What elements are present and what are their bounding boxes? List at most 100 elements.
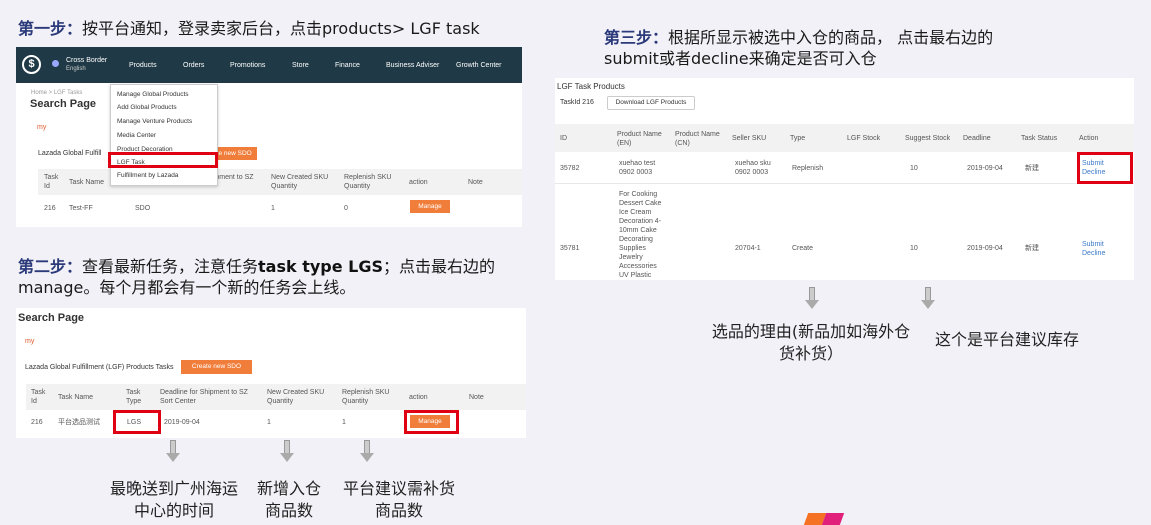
- th-id: ID: [560, 135, 567, 142]
- products-title: LGF Task Products: [557, 82, 625, 91]
- down-arrow-icon: [921, 287, 935, 309]
- r1-status: 新建: [1025, 165, 1039, 172]
- th-name-cn: Product Name (CN): [675, 131, 720, 147]
- menu-fulfillment-by-lazada[interactable]: Fulfillment by Lazada: [117, 172, 178, 179]
- nav-promotions[interactable]: Promotions: [230, 62, 265, 69]
- r2-decline-link[interactable]: Decline: [1082, 249, 1105, 258]
- brand-title: Cross Border: [66, 57, 108, 64]
- my-tab[interactable]: my: [37, 124, 46, 131]
- caption-new-sku: 新增入仓商品数: [256, 479, 321, 520]
- row2-deadline: 2019-09-04: [164, 419, 200, 426]
- th-suggest-stock: Suggest Stock: [905, 135, 951, 142]
- step2-label: 第二步：: [18, 257, 83, 276]
- r1-suggest: 10: [910, 165, 918, 172]
- task-id-label: TaskId 216: [560, 99, 594, 106]
- down-arrow-icon: [805, 287, 819, 309]
- down-arrow-icon: [280, 440, 294, 462]
- r2-deadline: 2019-09-04: [967, 245, 1003, 252]
- r2-submit-link[interactable]: Submit: [1082, 240, 1104, 249]
- header2-deadline: Deadline for Shipment to SZ Sort Center: [160, 389, 248, 405]
- header2-task-name: Task Name: [58, 394, 94, 401]
- header-note: Note: [468, 179, 483, 186]
- region-dot-icon: [52, 60, 59, 67]
- lazada-logo-icon: [803, 513, 862, 525]
- r1-id: 35782: [560, 165, 580, 172]
- row2-new-sku: 1: [267, 419, 271, 426]
- page-title: Search Page: [30, 98, 97, 110]
- r2-type: Create: [792, 245, 814, 252]
- step3-instruction: 第三步：根据所显示被选中入仓的商品， 点击最右边的submit或者decline…: [604, 27, 1044, 69]
- nav-orders[interactable]: Orders: [183, 62, 204, 69]
- lgf-task-products-panel: LGF Task Products TaskId 216 Download LG…: [555, 78, 1134, 280]
- header2-task-type: Task Type: [126, 389, 142, 405]
- r2-status: 新建: [1025, 245, 1039, 252]
- menu-manage-venture-products[interactable]: Manage Venture Products: [117, 118, 192, 125]
- nav-products[interactable]: Products: [129, 62, 157, 69]
- header-task-name: Task Name: [69, 179, 105, 186]
- r2-sku: 20704-1: [735, 245, 761, 252]
- th-lgf-stock: LGF Stock: [847, 135, 881, 142]
- header2-task-id: Task Id: [31, 389, 46, 405]
- r2-id: 35781: [560, 245, 580, 252]
- breadcrumb: Home > LGF Tasks: [31, 90, 83, 96]
- create-sdo-button-2[interactable]: Create new SDO: [181, 360, 252, 374]
- manage-highlight: [404, 410, 459, 434]
- lazada-logo-icon: $: [22, 55, 41, 74]
- row2-replenish: 1: [342, 419, 346, 426]
- caption-suggest-stock: 这个是平台建议库存: [934, 330, 1079, 349]
- menu-manage-global-products[interactable]: Manage Global Products: [117, 91, 189, 98]
- caption-selection-reason: 选品的理由(新品加如海外仓货补货）: [711, 322, 911, 363]
- header-task-id: Task Id: [44, 174, 59, 190]
- th-type: Type: [790, 135, 806, 142]
- section-title: Lazada Global Fulfill: [38, 150, 102, 157]
- nav-business-adviser[interactable]: Business Adviser: [386, 62, 439, 69]
- row-task-name: Test-FF: [69, 205, 93, 212]
- language-label: English: [66, 66, 86, 72]
- header2-action: action: [409, 394, 428, 401]
- task-type-highlight: [113, 410, 161, 434]
- menu-add-global-products[interactable]: Add Global Products: [117, 104, 177, 111]
- header2-note: Note: [469, 394, 484, 401]
- lgf-task-highlight: [108, 152, 218, 168]
- caption-replenish: 平台建议需补货商品数: [342, 479, 455, 520]
- step1-label: 第一步：: [18, 19, 83, 38]
- r1-deadline: 2019-09-04: [967, 165, 1003, 172]
- r2-suggest: 10: [910, 245, 918, 252]
- th-seller-sku: Seller SKU: [732, 135, 767, 142]
- caption-deadline: 最晚送到广州海运中心的时间: [109, 479, 238, 520]
- th-task-status: Task Status: [1021, 135, 1058, 142]
- section-title-2: Lazada Global Fulfillment (LGF) Products…: [25, 364, 174, 371]
- download-products-button[interactable]: Download LGF Products: [607, 96, 695, 110]
- header2-new-sku: New Created SKU Quantity: [267, 389, 325, 405]
- row2-task-name: 平台选品测试: [58, 419, 100, 426]
- row-task-id: 216: [44, 205, 56, 212]
- header2-replenish: Replenish SKU Quantity: [342, 389, 390, 405]
- page-title-2: Search Page: [18, 312, 85, 324]
- down-arrow-icon: [166, 440, 180, 462]
- row-task-type: SDO: [135, 205, 151, 212]
- row2-task-id: 216: [31, 419, 43, 426]
- th-name-en: Product Name (EN): [617, 131, 662, 147]
- header-replenish: Replenish SKU Quantity: [344, 174, 392, 190]
- nav-finance[interactable]: Finance: [335, 62, 360, 69]
- nav-growth-center[interactable]: Growth Center: [456, 62, 502, 69]
- step2-text-a: 查看最新任务，注意任务: [82, 257, 259, 276]
- menu-media-center[interactable]: Media Center: [117, 132, 156, 139]
- submit-decline-highlight: [1077, 152, 1133, 184]
- step3-label: 第三步：: [604, 28, 669, 47]
- th-deadline: Deadline: [963, 135, 991, 142]
- row-divider: [555, 183, 1134, 184]
- step2-task-type: task type LGS: [258, 257, 384, 276]
- r2-name-en: For Cooking Dessert Cake Ice Cream Decor…: [619, 191, 662, 279]
- row-new-sku: 1: [271, 205, 275, 212]
- step1-text: 按平台通知，登录卖家后台，点击products> LGF task: [82, 19, 480, 38]
- row-replenish: 0: [344, 205, 348, 212]
- header-new-sku: New Created SKU Quantity: [271, 174, 329, 190]
- step2-instruction: 第二步：查看最新任务，注意任务task type LGS；点击最右边的manag…: [18, 256, 534, 298]
- r1-name-en: xuehao test 0902 0003: [619, 160, 656, 176]
- my-tab-2[interactable]: my: [25, 338, 34, 345]
- header-action: action: [409, 179, 428, 186]
- top-navigation-bar: $ Cross Border English Products Orders P…: [16, 47, 522, 83]
- manage-button[interactable]: Manage: [410, 200, 450, 213]
- nav-store[interactable]: Store: [292, 62, 309, 69]
